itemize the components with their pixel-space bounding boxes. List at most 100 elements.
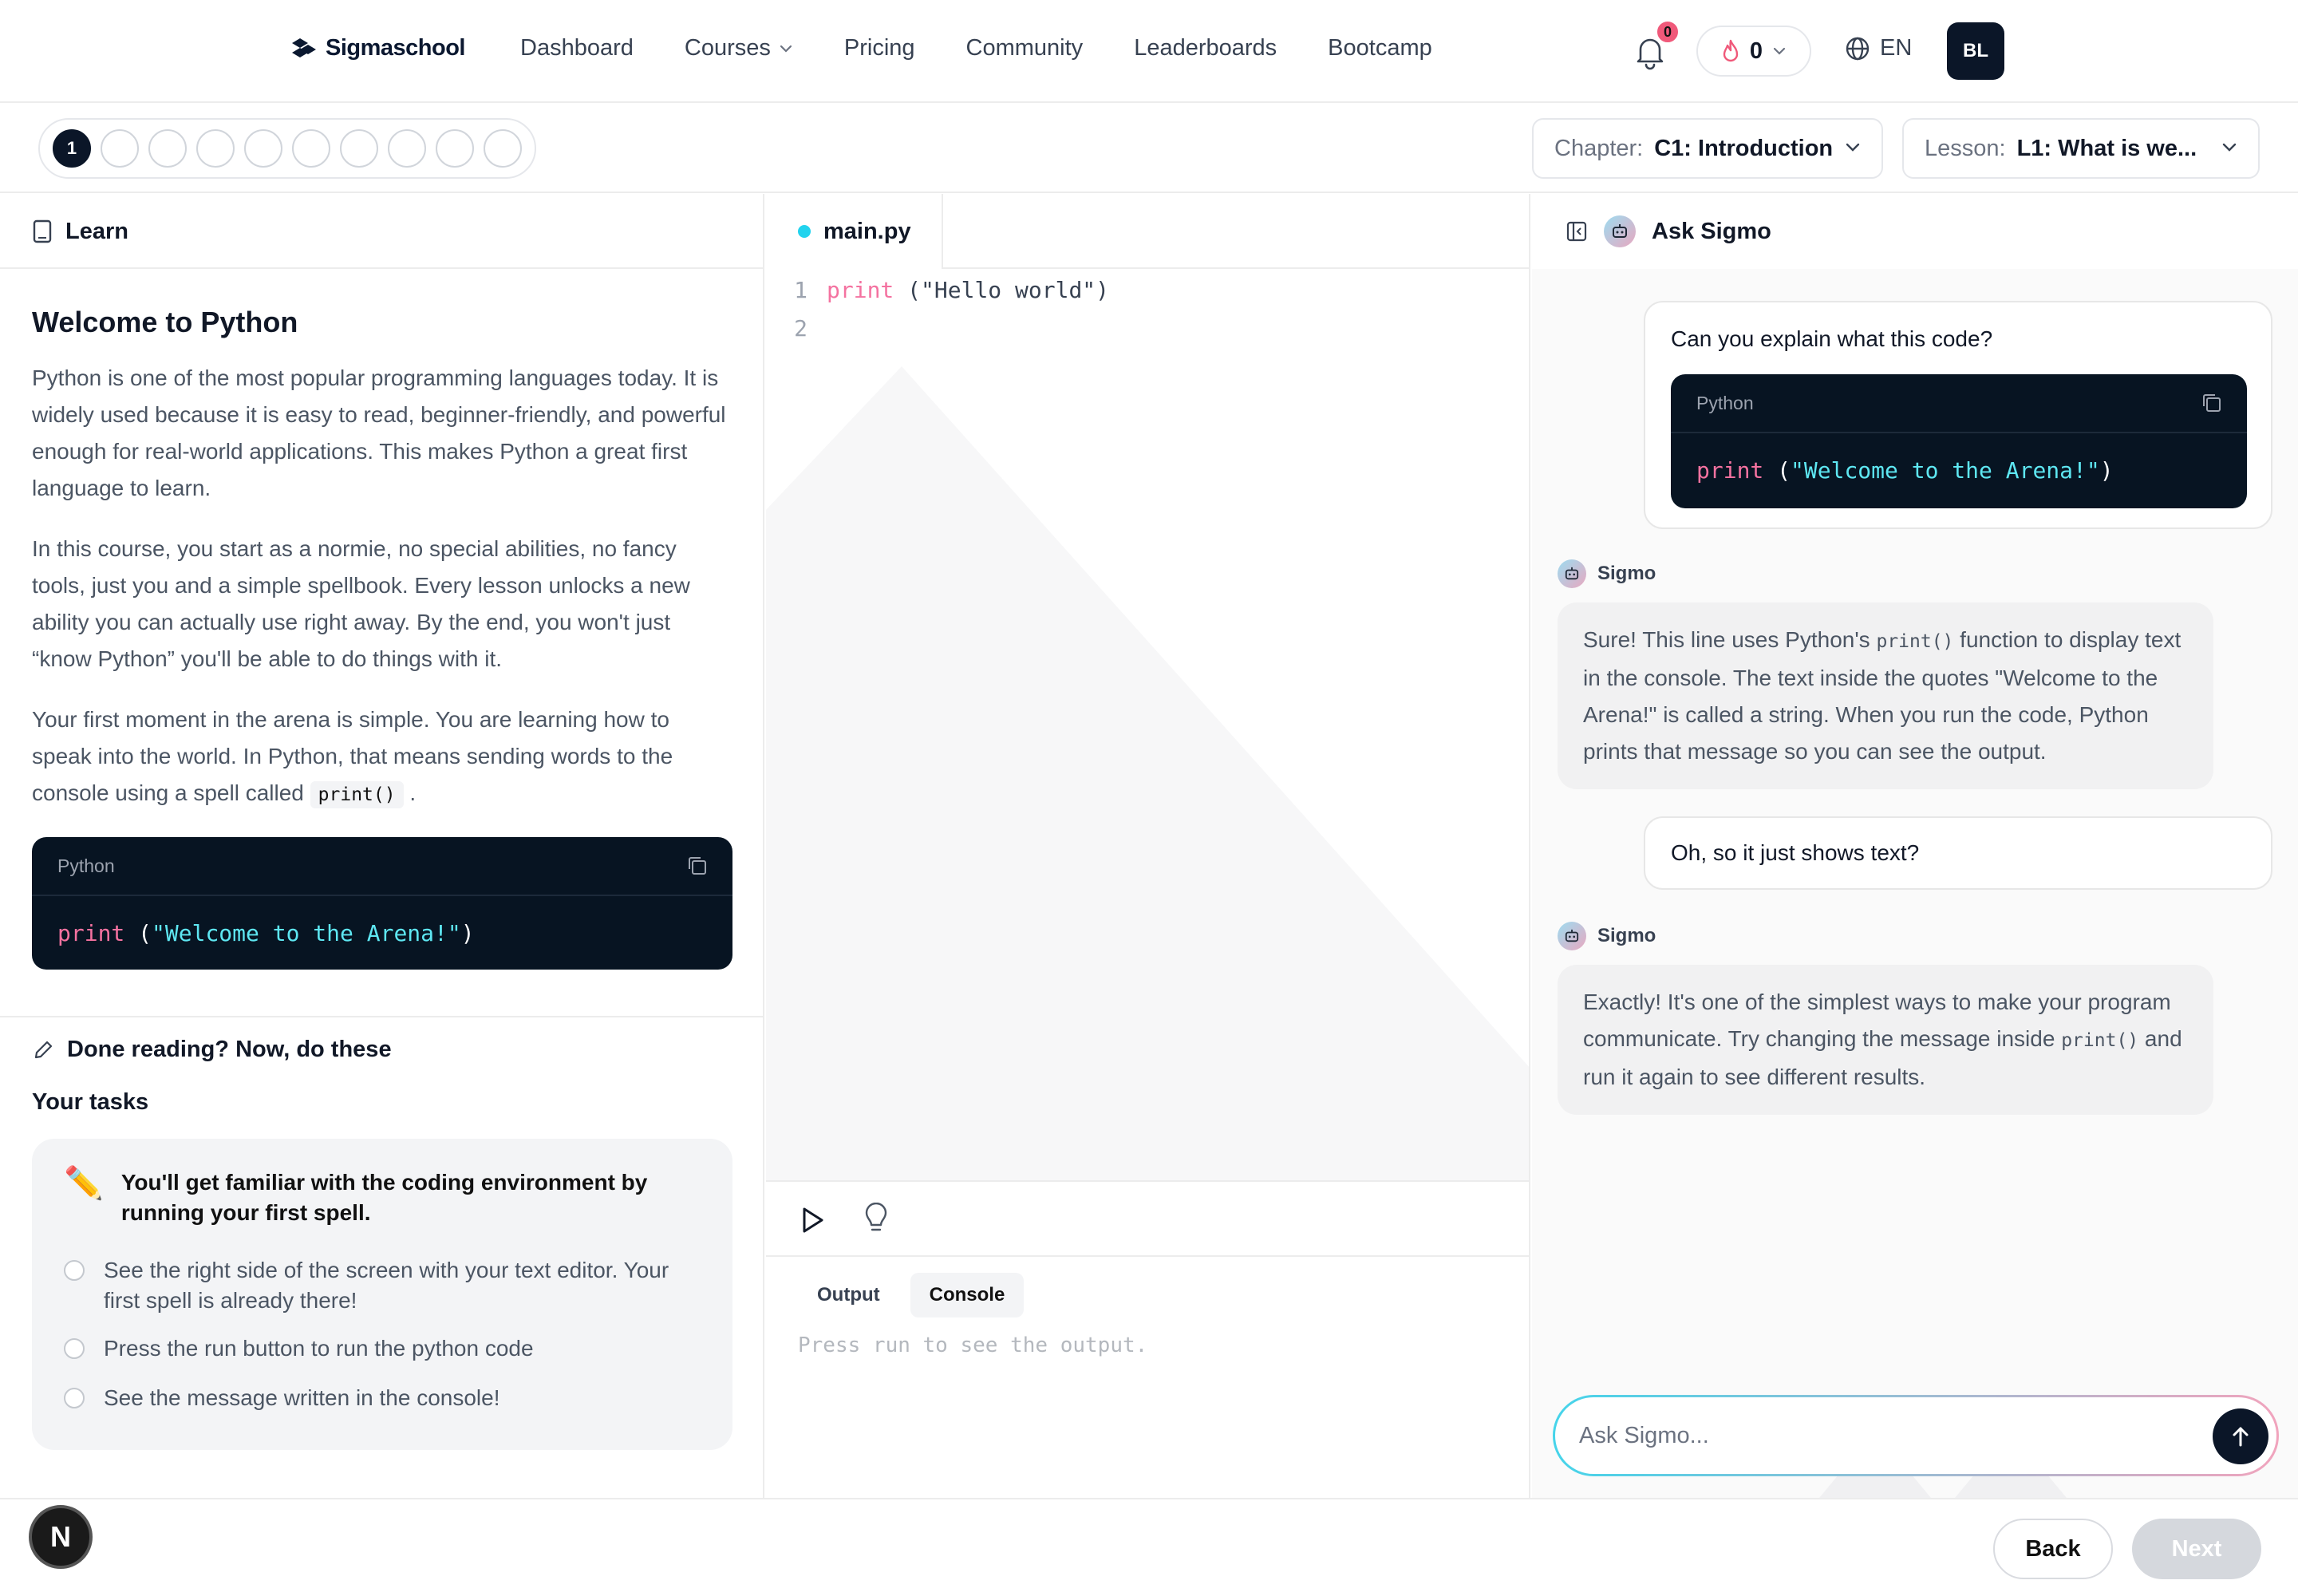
code-paren: (	[124, 919, 152, 946]
chat-panel: Ask Sigmo Can you explain what this code…	[1532, 194, 2298, 1498]
task-checkbox[interactable]	[64, 1338, 85, 1359]
nav-link-dashboard[interactable]: Dashboard	[520, 35, 634, 61]
lesson-paragraph-3: Your first moment in the arena is simple…	[32, 701, 732, 813]
file-tab-label: main.py	[823, 218, 911, 244]
bot-message-text: Sure! This line uses Python's	[1583, 627, 1877, 652]
step-10[interactable]	[484, 129, 522, 168]
language-code: EN	[1880, 35, 1913, 61]
nav-link-bootcamp[interactable]: Bootcamp	[1328, 35, 1432, 61]
step-7[interactable]	[340, 129, 378, 168]
learn-panel: Learn Welcome to Python Python is one of…	[0, 194, 764, 1498]
bot-message: Sure! This line uses Python's print() fu…	[1558, 602, 2213, 789]
code-line: 2	[766, 309, 827, 347]
lesson-paragraph-3-end: .	[409, 780, 417, 805]
task-item-text: See the message written in the console!	[104, 1385, 500, 1410]
step-3[interactable]	[148, 129, 187, 168]
chevron-down-icon	[1846, 143, 1860, 152]
nav-link-community[interactable]: Community	[966, 35, 1084, 61]
lesson-paragraph-1: Python is one of the most popular progra…	[32, 365, 726, 500]
code-block-body: print ("Welcome to the Arena!")	[1671, 433, 2247, 507]
flame-icon	[1723, 39, 1739, 62]
step-progress: 1	[38, 118, 536, 179]
tab-output[interactable]: Output	[798, 1273, 899, 1317]
code-block-header: Python	[32, 837, 732, 896]
copy-icon[interactable]	[686, 855, 709, 877]
code-paren: (	[1763, 456, 1791, 484]
step-1[interactable]: 1	[53, 129, 91, 168]
nav-link-pricing[interactable]: Pricing	[844, 35, 915, 61]
chat-input[interactable]: Ask Sigmo...	[1555, 1397, 2276, 1474]
lesson-footer	[0, 1498, 2298, 1596]
copy-icon[interactable]	[2201, 392, 2223, 414]
language-selector[interactable]: EN	[1845, 35, 1912, 61]
step-4[interactable]	[196, 129, 235, 168]
file-tab-main[interactable]: main.py	[766, 194, 943, 269]
bot-name: Sigmo	[1558, 559, 1656, 588]
task-checkbox[interactable]	[64, 1260, 85, 1281]
lesson-value: L1: What is we...	[2016, 135, 2197, 161]
task-item[interactable]: See the right side of the screen with yo…	[64, 1255, 686, 1316]
inline-code: print()	[1876, 631, 1954, 652]
user-message-text: Can you explain what this code?	[1671, 326, 1993, 351]
lesson-paragraph-2: In this course, you start as a normie, n…	[32, 536, 690, 671]
lesson-label: Lesson:	[1925, 135, 2006, 161]
next-button[interactable]: Next	[2132, 1519, 2261, 1579]
nav-link-courses[interactable]: Courses	[685, 35, 793, 61]
tab-console[interactable]: Console	[910, 1273, 1025, 1317]
user-message-text: Oh, so it just shows text?	[1671, 840, 1920, 865]
sigma-logo-icon	[292, 38, 316, 57]
step-5[interactable]	[244, 129, 282, 168]
task-item[interactable]: See the message written in the console!	[64, 1383, 500, 1413]
code-block-header: Python	[1671, 374, 2247, 433]
console-output: Press run to see the output.	[798, 1333, 1148, 1357]
task-checkbox[interactable]	[64, 1388, 85, 1408]
bot-name-text: Sigmo	[1597, 563, 1656, 584]
bot-avatar-icon	[1558, 922, 1586, 950]
streak-count: 0	[1749, 38, 1763, 64]
collapse-panel-icon[interactable]	[1566, 220, 1588, 243]
pencil-emoji-icon: ✏️	[64, 1166, 104, 1201]
code-string: "Welcome to the Arena!"	[152, 919, 461, 946]
globe-icon	[1846, 37, 1870, 60]
dev-indicator-badge[interactable]: N	[29, 1505, 93, 1569]
code-block-language: Python	[57, 855, 115, 876]
book-icon	[33, 219, 52, 243]
code-keyword: print	[1696, 456, 1764, 484]
code-string: "Welcome to the Arena!"	[1791, 456, 2100, 484]
user-message: Can you explain what this code? Python p…	[1644, 301, 2272, 529]
nav-links: Dashboard Courses Pricing Community Lead…	[520, 35, 1483, 61]
code-paren-close: )	[460, 919, 475, 946]
notification-badge: 0	[1655, 19, 1680, 45]
chat-header: Ask Sigmo	[1532, 194, 2298, 269]
play-icon[interactable]	[798, 1204, 827, 1236]
step-2[interactable]	[101, 129, 139, 168]
chat-input-wrapper: Ask Sigmo...	[1553, 1395, 2279, 1476]
step-8[interactable]	[388, 129, 426, 168]
code-line-text: print ("Hello world")	[827, 277, 1109, 303]
task-item[interactable]: Press the run button to run the python c…	[64, 1333, 534, 1364]
bot-avatar-icon	[1558, 559, 1586, 588]
task-card: ✏️ You'll get familiar with the coding e…	[32, 1139, 732, 1450]
editor-tabs: main.py	[766, 194, 1529, 269]
streak-button[interactable]: 0	[1696, 26, 1811, 77]
nav-link-leaderboards[interactable]: Leaderboards	[1134, 35, 1277, 61]
send-button[interactable]	[2213, 1408, 2268, 1464]
code-paren-close: )	[2099, 456, 2114, 484]
logo[interactable]: Sigmaschool	[290, 35, 466, 61]
step-9[interactable]	[436, 129, 474, 168]
step-6[interactable]	[292, 129, 330, 168]
lightbulb-icon[interactable]	[863, 1203, 889, 1236]
line-number: 1	[794, 276, 807, 303]
chapter-label: Chapter:	[1554, 135, 1644, 161]
chapter-select[interactable]: Chapter: C1: Introduction	[1532, 118, 1883, 179]
back-button[interactable]: Back	[1993, 1519, 2113, 1579]
user-avatar[interactable]: BL	[1947, 22, 2004, 80]
lesson-select[interactable]: Lesson: L1: What is we...	[1902, 118, 2260, 179]
task-card-header: ✏️ You'll get familiar with the coding e…	[64, 1167, 680, 1228]
arrow-up-icon	[2233, 1427, 2249, 1447]
unsaved-dot	[798, 225, 811, 238]
code-line: 1 print ("Hello world")	[766, 271, 1109, 309]
top-nav: Sigmaschool Dashboard Courses Pricing Co…	[0, 0, 2298, 103]
logo-text: Sigmaschool	[326, 35, 466, 61]
chevron-down-icon	[2222, 143, 2237, 152]
